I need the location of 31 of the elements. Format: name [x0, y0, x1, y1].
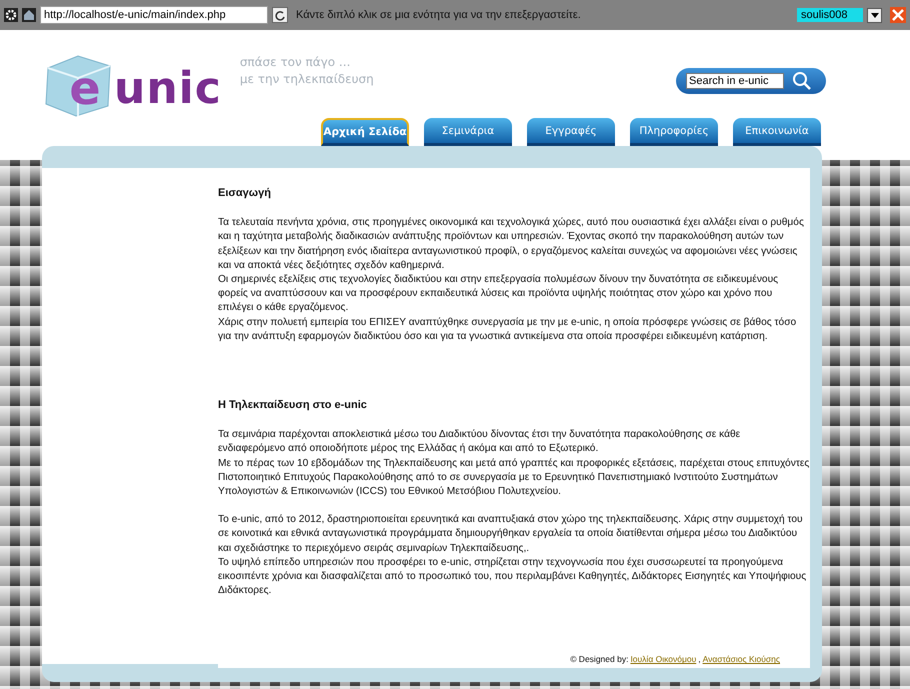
paragraph: Τα τελευταία πενήντα χρόνια, στις προηγμένες οικονομικά και τεχνολογικά χώρες, αυτό που ουσιαστικά έχει αλλάξει είναι ο ρυθμός και η ταχύτητα μεταβολής διαδικασιών ανάπτυξης προϊόντων και υπηρεσιών. Έχοντας σκοπό την παρακολούθηση αυτών των εξελίξεων και την διατήρηση ενός ιδιαίτερα ανταγωνιστικού προφίλ, ο εργαζόμενος καλείται συνεχώς να αφομοιώνει νέες γνώσεις και να αποκτά νέες δεξιότητες σχεδόν καθημερινά.: [218, 216, 805, 273]
close-icon[interactable]: [890, 7, 906, 23]
search-icon[interactable]: [792, 71, 812, 91]
nav-tab[interactable]: Επικοινωνία: [733, 118, 821, 146]
logo-text: unic: [114, 62, 222, 114]
address-field[interactable]: http://localhost/e-unic/main/index.php: [40, 6, 268, 24]
dropdown-icon[interactable]: [867, 8, 882, 22]
refresh-icon[interactable]: [272, 7, 288, 23]
search-field[interactable]: Search in e-unic: [686, 73, 784, 89]
paragraph: Με το πέρας των 10 εβδομάδων της Τηλεκπαίδευσης και μετά από γραπτές και προφορικές εξετάσεις, παρέχεται στους επιτυχόντες Πιστοποιητικό Επιτυχούς Παρακολούθησης από το σε συνεργασία με το Ερευνητικό Πανεπιστημιακό Ινστιτούτο Συστημάτων Υπολογιστών & Επικοινωνιών (ICCS) του Εθνικού Μετσόβιου Πολυτεχνείου.: [218, 456, 810, 500]
paragraph: Τα σεμινάρια παρέχονται αποκλειστικά μέσω του Διαδικτύου δίνοντας έτσι την δυνατότητα παρακολούθησης σε κάθε ενδιαφερόμενο από οποιοδήποτε μέρος της Ελλάδας ή ακόμα και από το Εξωτερικό.: [218, 428, 742, 456]
home-icon[interactable]: [22, 8, 36, 22]
section-heading: Η Τηλεκπαίδευση στο e-unic: [218, 398, 368, 412]
paragraph: Χάρις στην πολυετή εμπειρία του ΕΠΙΣΕΥ αναπτύχθηκε συνεργασία με την με e-unic, η οποία πρόσφερε γνώσεις σε βάθος τόσο για την ανάπτυξη εφαρμογών διαδικτύου όσο και για τα γνωστικά αντικείμενα στα οποία προσφέρει ειδικευμένη κατάρτιση.: [218, 316, 798, 344]
author-link[interactable]: Αναστάσιος Κιούσης: [702, 652, 780, 667]
section-heading: Εισαγωγή: [218, 186, 272, 200]
nav-tab[interactable]: Σεμινάρια: [424, 118, 512, 146]
nav-tab[interactable]: Εγγραφές: [527, 118, 615, 146]
credit-label: © Designed by:: [570, 653, 628, 666]
edit-hint: Κάντε διπλό κλικ σε μια ενότητα για να την επεξεργαστείτε.: [296, 9, 581, 21]
separator: ,: [698, 653, 701, 666]
gear-icon[interactable]: [4, 8, 18, 22]
nav-tab[interactable]: Πληροφορίες: [630, 118, 718, 146]
tagline: σπάσε τον πάγο ...: [240, 54, 352, 71]
paragraph: Το e-unic, από το 2012, δραστηριοποιείται ερευνητικά και αναπτυξιακά στον χώρο της τηλεκπαίδευσης. Χάρις στην συμμετοχή του σε κοινοτικά και εθνικά ανταγωνιστικά προγράμματα δημιουργήθηκαν εργαλεία τα οποία διατίθενται σήμερα μέσω του Διαδικτύου και σχεδιάστηκε το περιεχόμενο σειράς σεμιναρίων Τηλεκπαίδευσης,.: [218, 513, 804, 556]
author-link[interactable]: Ιουλία Οικονόμου: [630, 652, 696, 667]
user-select[interactable]: soulis008: [797, 8, 863, 22]
tagline: με την τηλεκπαίδευση: [240, 71, 374, 88]
nav-tab[interactable]: Αρχική Σελίδα: [321, 118, 409, 146]
paragraph: Οι σημερινές εξελίξεις στις τεχνολογίες διαδικτύου και στην επεξεργασία πολυμέσων δίνουν την δυνατότητα σε ειδικευμένους φορείς να αναπτύσσουν και να προσφέρουν εκπαιδευτικά λύσεις και προϊόντα υψηλής ποιότητας στον χώρο και χρόνο που επιλέγει ο κάθε εργαζόμενος.: [218, 273, 780, 316]
paragraph: Το υψηλό επίπεδο υπηρεσιών που προσφέρει το e-unic, στηρίζεται στην τεχνογνωσία που έχει συσσωρευτεί τα προηγούμενα εικοσιπέντε χρόνια και διασφαλίζεται από το προσωπικό του, που περιλαμβάνει Καθηγητές, Διδάκτορες Εισηγητές και Υποψήφιους Διδάκτορες.: [218, 556, 808, 598]
